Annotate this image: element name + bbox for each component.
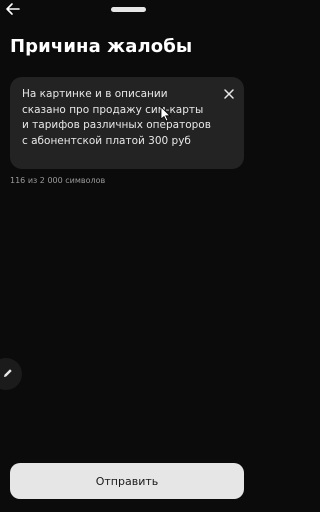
- page-title: Причина жалобы: [10, 36, 193, 57]
- mouse-cursor-icon: [160, 106, 171, 122]
- drag-handle[interactable]: [111, 7, 146, 12]
- character-counter: 116 из 2 000 символов: [10, 176, 106, 185]
- complaint-text[interactable]: На картинке и в описании сказано про про…: [22, 87, 212, 149]
- edit-button[interactable]: [0, 358, 22, 390]
- pencil-icon: [4, 369, 12, 377]
- arrow-left-icon[interactable]: [5, 2, 21, 16]
- complaint-textarea[interactable]: На картинке и в описании сказано про про…: [10, 77, 244, 169]
- submit-button[interactable]: Отправить: [10, 463, 244, 499]
- top-bar: [0, 0, 258, 20]
- close-icon[interactable]: [222, 87, 236, 101]
